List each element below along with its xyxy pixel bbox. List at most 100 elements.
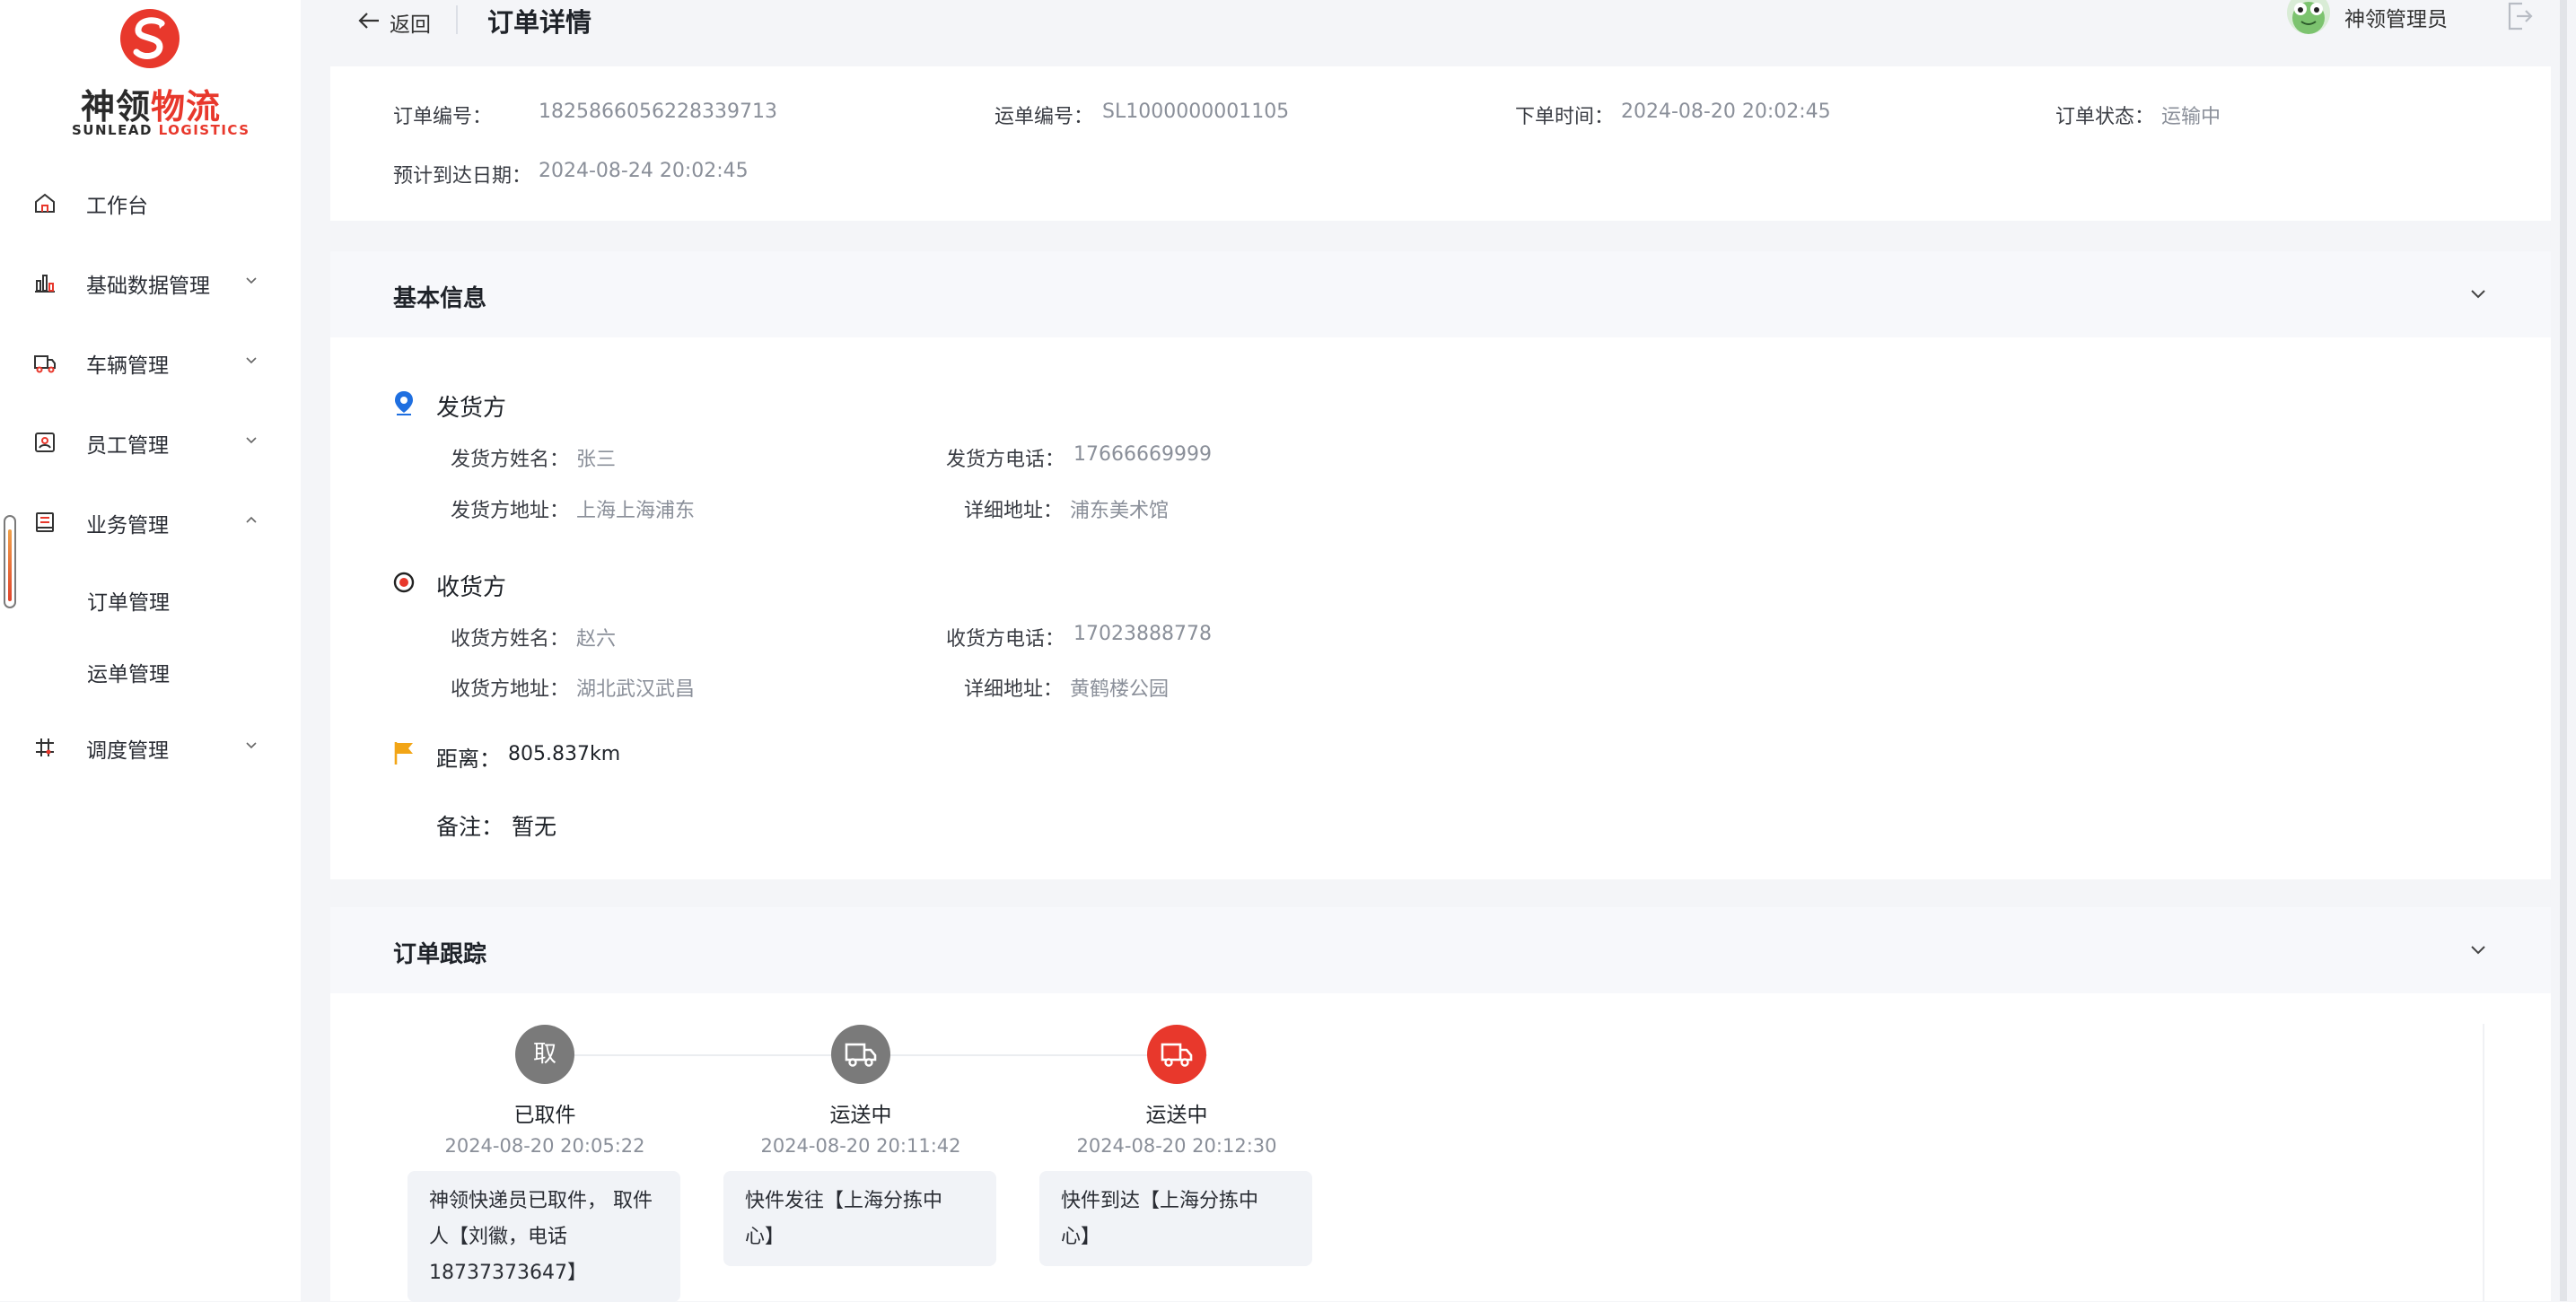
remark-value: 暂无 (512, 814, 557, 840)
bar-chart-icon (35, 275, 55, 293)
chevron-down-icon (246, 277, 257, 284)
dispatch-icon (36, 738, 54, 756)
truck-icon (845, 1043, 877, 1067)
sidebar-scrollbar[interactable] (4, 515, 16, 608)
timeline-track (574, 1054, 1207, 1056)
brand-sub-part2: LOGISTICS (158, 122, 250, 138)
logout-icon (2508, 2, 2533, 31)
arrow-left-icon (358, 13, 379, 29)
sender-detail-value: 浦东美术馆 (1070, 500, 1170, 522)
basic-info-card: 基本信息 发货方 发货方姓名： 张三 发货方电话： 17666669999 发货… (330, 251, 2551, 879)
sidebar-item-vehicles[interactable]: 车辆管理 (0, 330, 301, 393)
chevron-down-icon (246, 357, 257, 364)
sender-title: 发货方 (436, 395, 507, 422)
book-icon (36, 512, 54, 532)
brand-sub-part1: SUNLEAD (72, 122, 159, 138)
receiver-detail-value: 黄鹤楼公园 (1070, 678, 1170, 701)
sidebar-item-business[interactable]: 业务管理 (0, 490, 301, 553)
sidebar-item-label: 工作台 (86, 195, 148, 218)
sender-name-value: 张三 (576, 449, 617, 471)
sidebar-item-label: 车辆管理 (86, 354, 169, 378)
remark-label: 备注： (436, 814, 504, 840)
sidebar-subitem-orders[interactable]: 订单管理 (0, 571, 301, 625)
receiver-address-value: 湖北武汉武昌 (576, 678, 696, 701)
timeline-time: 2024-08-20 20:12:30 (1076, 1135, 1277, 1157)
sidebar-item-workbench[interactable]: 工作台 (0, 170, 301, 233)
sidebar-scroll-thumb[interactable] (8, 529, 12, 601)
order-time-value: 2024-08-20 20:02:45 (1621, 100, 1831, 123)
back-label: 返回 (390, 13, 431, 37)
timeline-status: 已取件 (513, 1104, 576, 1127)
home-icon (35, 193, 55, 213)
sidebar-item-label: 基础数据管理 (86, 275, 210, 298)
order-no-value: 1825866056228339713 (539, 100, 777, 123)
sender-phone-value: 17666669999 (1073, 443, 1212, 466)
sender-phone-label: 发货方电话： (946, 449, 1065, 471)
basic-info-title: 基本信息 (393, 285, 487, 312)
timeline-message-line: 心】 (745, 1226, 785, 1248)
brand-name-part1: 神领 (80, 87, 151, 127)
logout-button[interactable] (2504, 0, 2535, 32)
chevron-down-icon[interactable] (2468, 284, 2488, 303)
receiver-name-label: 收货方姓名： (451, 628, 570, 651)
eta-label: 预计到达日期： (393, 165, 532, 188)
chevron-down-icon (246, 742, 257, 749)
chevron-up-icon (246, 516, 257, 523)
chevron-down-icon[interactable] (2468, 939, 2488, 959)
tracking-title: 订单跟踪 (393, 941, 487, 968)
receiver-name-value: 赵六 (576, 628, 617, 651)
location-pin-icon (395, 391, 413, 415)
distance-value: 805.837km (508, 743, 621, 765)
receiver-detail-label: 详细地址： (964, 678, 1064, 701)
sender-address-value: 上海上海浦东 (576, 500, 696, 522)
sidebar-item-label: 调度管理 (86, 739, 169, 763)
frog-avatar-icon (2292, 2, 2325, 34)
timeline-node-picked-up: 取 (515, 1025, 574, 1084)
header-divider (456, 5, 458, 34)
truck-icon (34, 355, 56, 373)
page-scrollbar[interactable] (2560, 0, 2567, 1301)
timeline-message-box: 快件到达【上海分拣中 心】 (1039, 1171, 1312, 1266)
order-no-label: 订单编号： (393, 106, 493, 128)
truck-icon (1161, 1043, 1193, 1067)
timeline-message-line: 人【刘徽，电话 (429, 1226, 568, 1248)
brand-logo: 神领物流 SUNLEAD LOGISTICS (72, 7, 249, 138)
sender-address-label: 发货方地址： (451, 500, 570, 522)
order-summary-card: 订单编号： 1825866056228339713 运单编号： SL100000… (330, 66, 2551, 221)
brand-name: 神领物流 (72, 79, 230, 128)
receiver-address-label: 收货方地址： (451, 678, 570, 701)
timeline-status: 运送中 (829, 1104, 892, 1127)
order-status-value: 运输中 (2161, 106, 2221, 128)
page-title: 订单详情 (487, 7, 592, 38)
order-status-label: 订单状态： (2055, 106, 2155, 128)
sidebar-subitem-label: 订单管理 (87, 591, 170, 615)
order-tracking-card: 订单跟踪 取 已取件 2024-08-20 20:05:22 神领快递员已取件，… (330, 907, 2551, 1302)
timeline-node-in-transit (831, 1025, 890, 1084)
id-card-icon (35, 433, 55, 452)
timeline-time: 2024-08-20 20:05:22 (444, 1135, 645, 1157)
timeline-message-line: 神领快递员已取件， 取件 (429, 1190, 653, 1212)
order-time-label: 下单时间： (1515, 106, 1615, 128)
flag-icon (394, 742, 413, 765)
sender-detail-label: 详细地址： (964, 500, 1064, 522)
distance-label: 距离： (436, 747, 501, 772)
sidebar: 神领物流 SUNLEAD LOGISTICS 工作台 基础数据管理 车辆管理 员… (0, 0, 301, 1301)
sidebar-item-label: 员工管理 (86, 434, 169, 458)
avatar[interactable] (2287, 0, 2330, 34)
brand-name-part2: 物流 (151, 87, 222, 127)
sidebar-item-dispatch[interactable]: 调度管理 (0, 715, 301, 778)
timeline-node-in-transit-current (1147, 1025, 1206, 1084)
sidebar-item-staff[interactable]: 员工管理 (0, 410, 301, 473)
sender-name-label: 发货方姓名： (451, 449, 570, 471)
sidebar-item-basic-data[interactable]: 基础数据管理 (0, 250, 301, 313)
tracking-header[interactable]: 订单跟踪 (330, 907, 2551, 993)
user-name[interactable]: 神领管理员 (2344, 2, 2448, 32)
chevron-down-icon (246, 437, 257, 444)
timeline-message-box: 快件发往【上海分拣中 心】 (723, 1171, 996, 1266)
basic-info-header[interactable]: 基本信息 (330, 251, 2551, 337)
timeline-message-box: 神领快递员已取件， 取件 人【刘徽，电话 18737373647】 (407, 1171, 680, 1302)
sidebar-subitem-waybills[interactable]: 运单管理 (0, 642, 301, 696)
target-icon (393, 572, 415, 593)
timeline-time: 2024-08-20 20:11:42 (760, 1135, 961, 1157)
timeline-message-line: 18737373647】 (429, 1262, 587, 1284)
